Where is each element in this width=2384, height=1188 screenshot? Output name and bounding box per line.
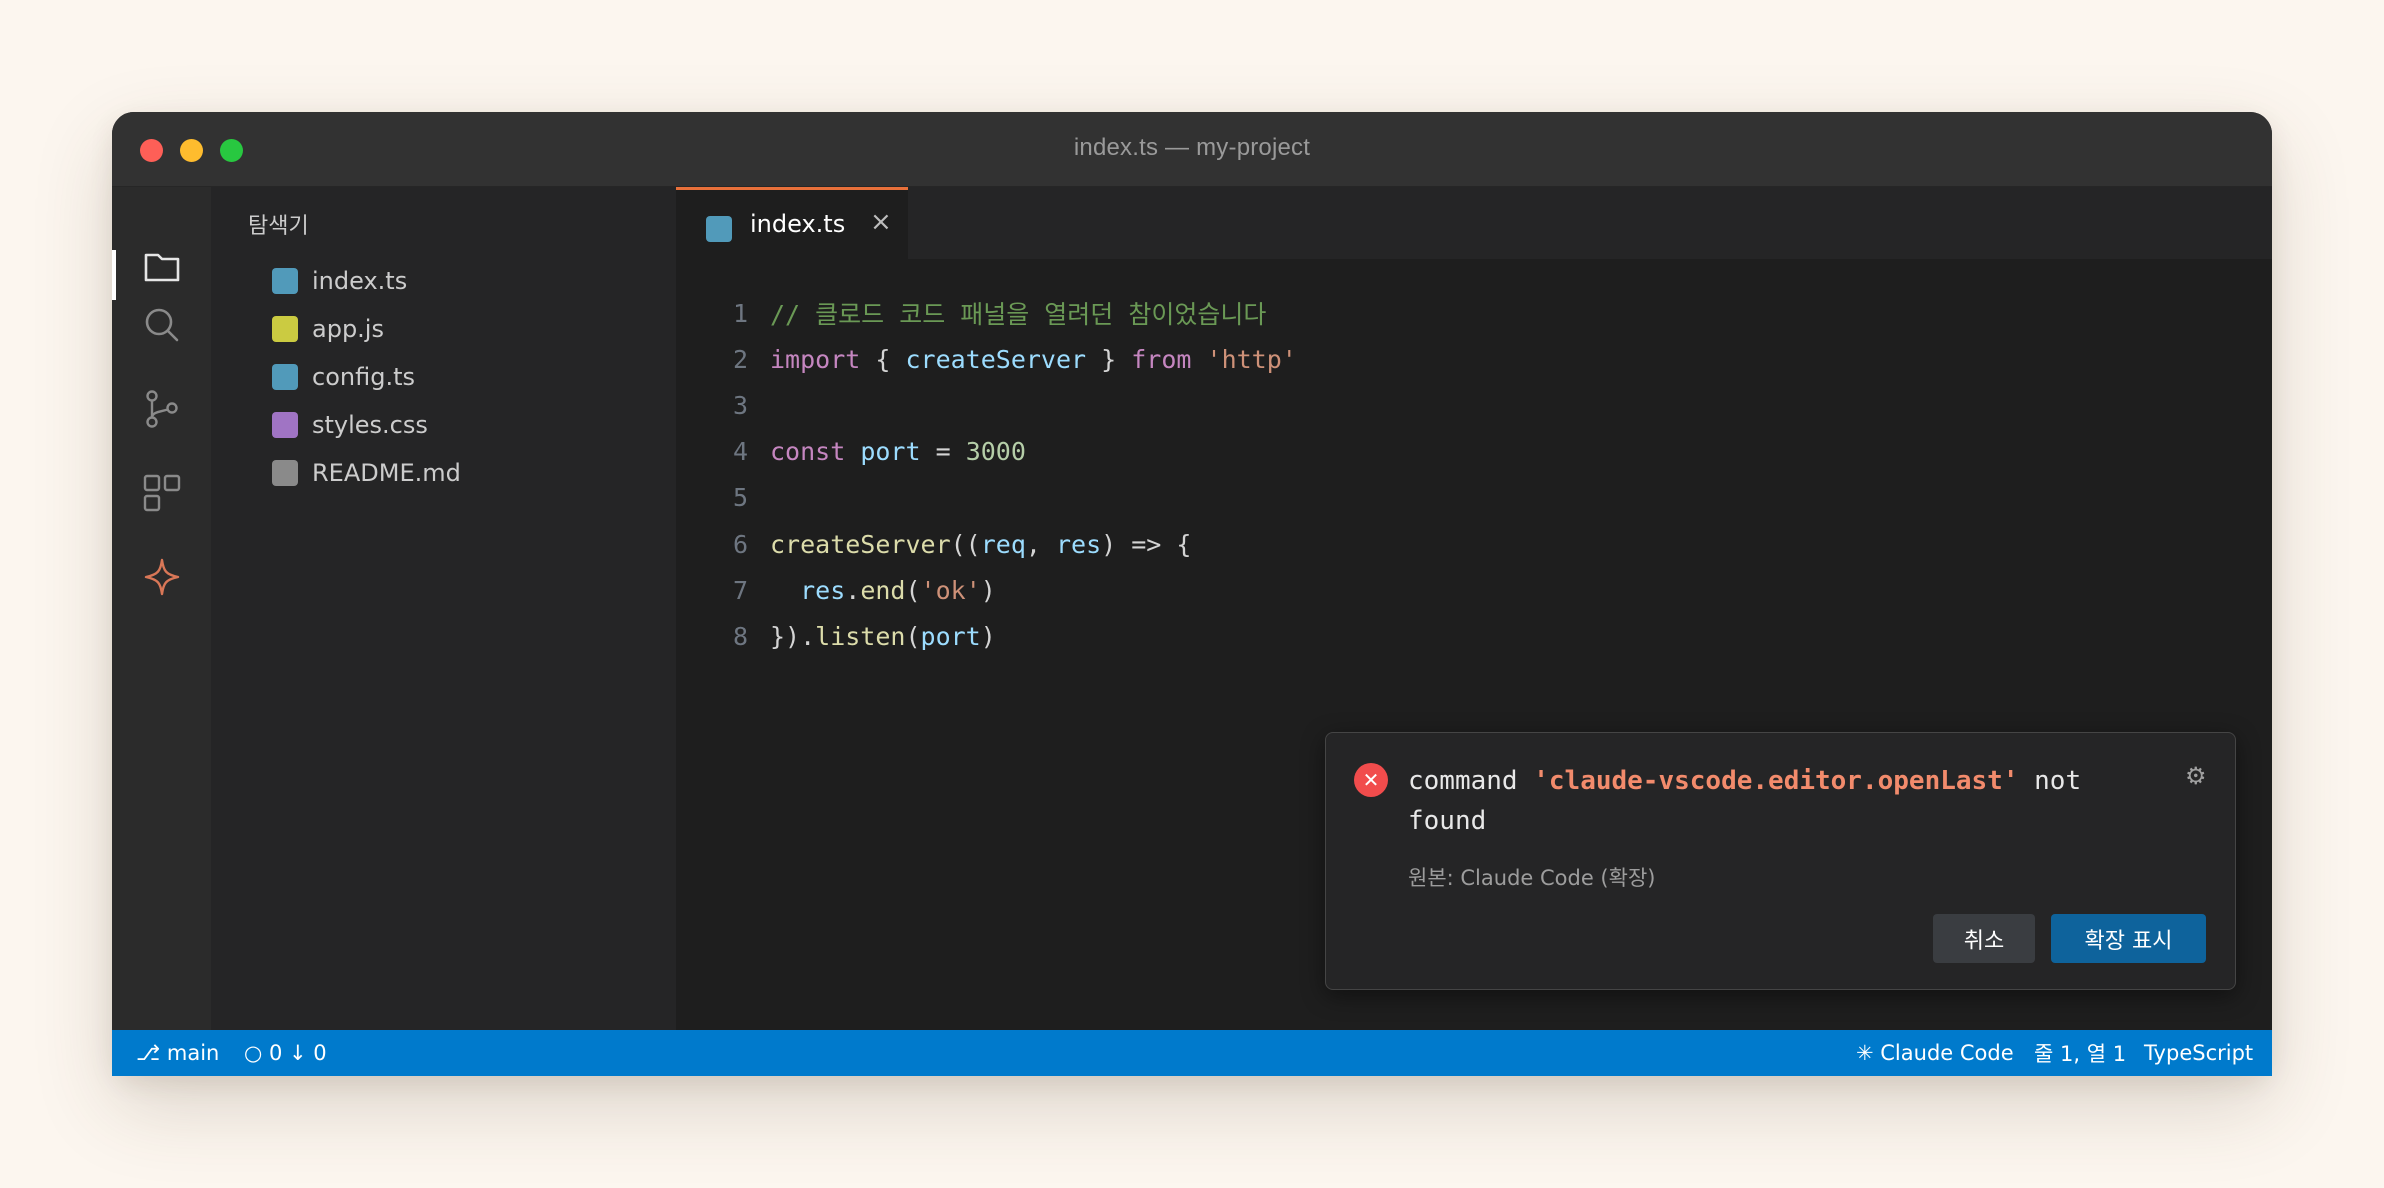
code-line[interactable]: 8}). listen(port) — [676, 613, 1676, 659]
code-line[interactable]: 1 // 클로드 코드 패널을 열려던 참이었습니다 — [676, 290, 1676, 336]
gear-icon[interactable]: ⚙ — [2185, 762, 2207, 790]
css-file-icon — [272, 412, 298, 438]
code-token: createServer — [770, 529, 951, 559]
typescript-file-icon — [272, 268, 298, 294]
title-bar: index.ts — my-project — [112, 112, 2272, 187]
file-item-readme-md[interactable]: README.md — [272, 455, 461, 491]
code-token: ( — [905, 621, 921, 651]
window-title: index.ts — my-project — [1073, 134, 1311, 161]
show-extension-button[interactable]: 확장 표시 — [2051, 914, 2206, 963]
language-mode[interactable]: TypeScript — [2144, 1030, 2253, 1076]
activity-bar — [112, 187, 211, 1030]
extensions-icon[interactable] — [112, 458, 211, 528]
code-token: , — [1025, 529, 1056, 559]
code-token: ) — [980, 621, 996, 651]
tab-index-ts[interactable]: index.ts × — [676, 187, 908, 259]
code-token: port — [860, 437, 921, 467]
status-bar: ⎇ main ○ 0 ↓ 0 ✳ Claude Code 줄 1, 열 1 Ty… — [112, 1030, 2272, 1076]
file-label: config.ts — [312, 363, 415, 391]
line-number: 5 — [732, 483, 748, 513]
code-token: { — [860, 344, 906, 374]
message-prefix: command — [1408, 766, 1534, 796]
file-item-app-js[interactable]: app.js — [272, 311, 384, 347]
file-item-styles-css[interactable]: styles.css — [272, 407, 428, 443]
code-token: 'ok' — [920, 575, 981, 605]
code-token: } — [1086, 344, 1132, 374]
branch-status[interactable]: ⎇ main — [136, 1030, 219, 1076]
tab-bar — [676, 187, 2272, 259]
code-token: . — [845, 575, 861, 605]
code-token: const — [770, 437, 846, 467]
cancel-button[interactable]: 취소 — [1933, 914, 2035, 963]
error-icon: ✕ — [1354, 763, 1388, 797]
code-line[interactable]: 6 createServer((req, res) => { — [676, 521, 1676, 567]
code-token: res — [1056, 529, 1102, 559]
line-number: 8 — [732, 621, 748, 651]
code-line[interactable]: 3 — [676, 382, 1676, 428]
code-token: res — [800, 575, 846, 605]
file-item-config-ts[interactable]: config.ts — [272, 359, 415, 395]
code-token: listen — [815, 621, 906, 651]
line-number: 7 — [732, 575, 748, 605]
code-token: port — [920, 621, 981, 651]
code-line[interactable]: 2 import { createServer } from 'http' — [676, 336, 1676, 382]
javascript-file-icon — [272, 316, 298, 342]
code-token: end — [860, 575, 906, 605]
code-token: 3000 — [965, 437, 1026, 467]
code-token: }). — [770, 621, 816, 651]
line-number: 4 — [732, 437, 748, 467]
code-token: ) — [980, 575, 996, 605]
code-token: ) => { — [1101, 529, 1192, 559]
line-number: 1 — [732, 298, 748, 328]
sync-status[interactable]: ○ 0 ↓ 0 — [244, 1030, 327, 1076]
code-line[interactable]: 5 — [676, 475, 1676, 521]
line-number: 2 — [732, 344, 748, 374]
source-control-icon[interactable] — [112, 374, 211, 444]
code-token: ( — [905, 575, 921, 605]
claude-code-status[interactable]: ✳ Claude Code — [1856, 1030, 2014, 1076]
sidebar-title: 탐색기 — [248, 214, 309, 239]
code-line[interactable]: 7 res. end('ok') — [676, 567, 1676, 613]
code-token: // 클로드 코드 패널을 열려던 참이었습니다 — [770, 300, 1267, 329]
code-token: 'http' — [1206, 344, 1297, 374]
typescript-file-icon — [272, 364, 298, 390]
code-token: createServer — [905, 344, 1087, 374]
message-command: 'claude-vscode.editor.openLast' — [1533, 766, 2019, 796]
code-token: = — [920, 437, 966, 467]
file-label: app.js — [312, 315, 384, 343]
line-number: 3 — [732, 390, 748, 420]
claude-icon[interactable] — [112, 542, 211, 612]
markdown-file-icon — [272, 460, 298, 486]
code-line[interactable]: 4 const port = 3000 — [676, 429, 1676, 475]
notification-source: 원본: Claude Code (확장) — [1408, 866, 1656, 890]
cursor-position[interactable]: 줄 1, 열 1 — [2034, 1030, 2126, 1076]
file-label: index.ts — [312, 267, 408, 295]
code-token: (( — [950, 529, 981, 559]
search-icon[interactable] — [112, 290, 211, 360]
code-token: req — [980, 529, 1026, 559]
close-tab-icon[interactable]: × — [870, 207, 892, 237]
code-token: from — [1131, 344, 1192, 374]
code-token: import — [770, 344, 861, 374]
typescript-file-icon — [706, 216, 732, 242]
file-item-index-ts[interactable]: index.ts — [272, 263, 407, 299]
file-label: styles.css — [312, 411, 428, 439]
notification-message: command 'claude-vscode.editor.openLast' … — [1408, 761, 2108, 841]
tab-label: index.ts — [750, 210, 846, 238]
file-label: README.md — [312, 459, 461, 487]
line-number: 6 — [732, 529, 748, 559]
